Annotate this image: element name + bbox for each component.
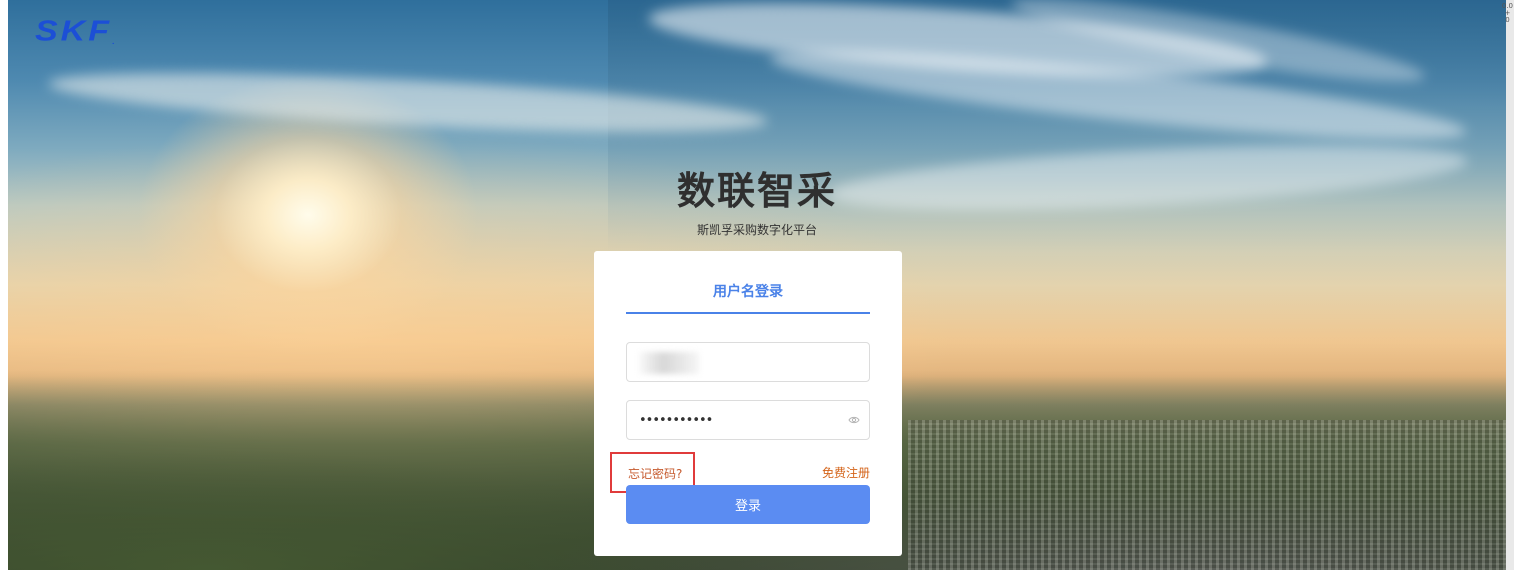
password-field[interactable]: [626, 400, 870, 440]
username-field[interactable]: [626, 342, 870, 382]
redacted-username: [639, 352, 699, 374]
register-link[interactable]: 免费注册: [822, 464, 870, 481]
login-links: 忘记密码? 免费注册: [610, 452, 870, 493]
city-view: [908, 420, 1506, 570]
page-title: 数联智采: [676, 169, 837, 213]
background-photo: SKF. 数联智采 斯凯孚采购数字化平台 用户名登录 忘记密码? 免费注册 登录: [8, 0, 1506, 570]
page-subtitle: 斯凯孚采购数字化平台: [696, 223, 817, 237]
scrollbar[interactable]: 0.0 + 0: [1502, 0, 1514, 570]
skf-logo: SKF.: [35, 14, 115, 48]
tab-username-login[interactable]: 用户名登录: [626, 281, 870, 314]
eye-icon[interactable]: [848, 414, 860, 426]
login-card: 用户名登录 忘记密码? 免费注册 登录: [594, 251, 902, 556]
scroll-indicator: 0.0 + 0: [1502, 3, 1513, 24]
password-input[interactable]: [627, 401, 839, 439]
login-button[interactable]: 登录: [626, 485, 870, 524]
scroll-indicator-bottom: + 0: [1504, 9, 1511, 24]
